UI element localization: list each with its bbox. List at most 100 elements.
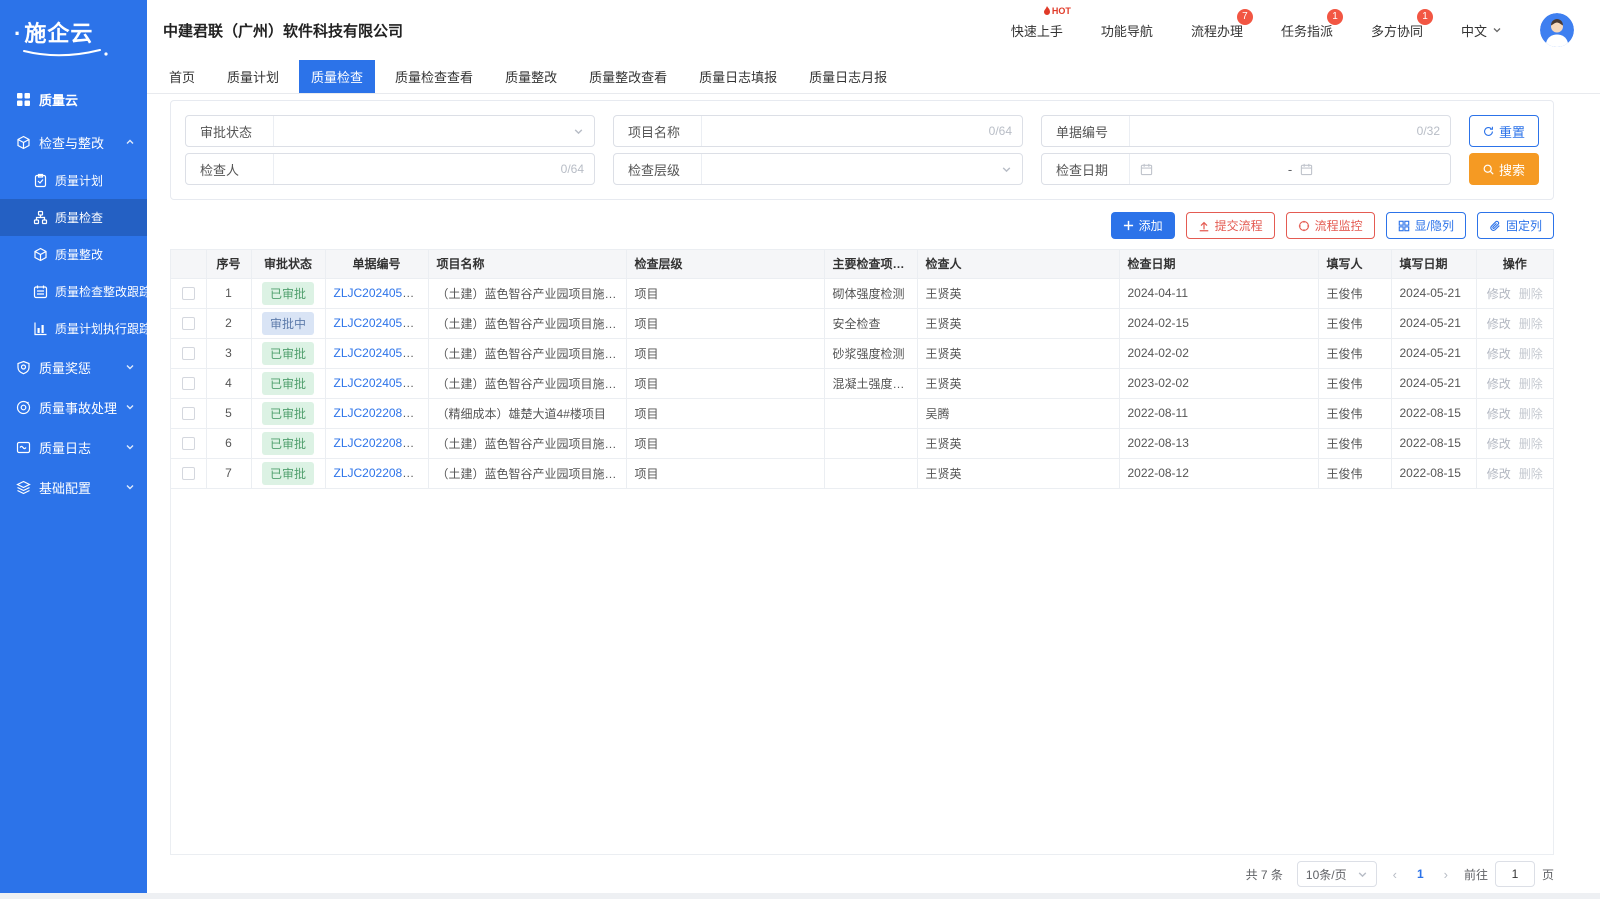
row-checkbox[interactable] bbox=[182, 347, 195, 360]
toggle-columns-button[interactable]: 显/隐列 bbox=[1386, 212, 1466, 239]
search-button[interactable]: 搜索 bbox=[1469, 153, 1539, 185]
reset-label: 重置 bbox=[1499, 122, 1525, 141]
col-check-level: 检查层级 bbox=[626, 250, 824, 278]
edit-link[interactable]: 修改 bbox=[1487, 467, 1511, 481]
delete-link[interactable]: 删除 bbox=[1519, 377, 1543, 391]
sidebar-item-rectify-tracking[interactable]: 质量检查整改跟踪 bbox=[0, 273, 147, 310]
sidebar-group-quality-log[interactable]: 质量日志 bbox=[0, 427, 147, 467]
delete-link[interactable]: 删除 bbox=[1519, 347, 1543, 361]
page-size-select[interactable]: 10条/页 bbox=[1297, 861, 1377, 887]
row-checkbox[interactable] bbox=[182, 377, 195, 390]
sidebar-group-label: 基础配置 bbox=[39, 478, 125, 497]
delete-link[interactable]: 删除 bbox=[1519, 317, 1543, 331]
cell-write-date: 2024-05-21 bbox=[1391, 368, 1476, 398]
row-checkbox[interactable] bbox=[182, 287, 195, 300]
current-page[interactable]: 1 bbox=[1413, 867, 1428, 881]
fixed-columns-button[interactable]: 固定列 bbox=[1477, 212, 1554, 239]
flow-monitor-button[interactable]: 流程监控 bbox=[1286, 212, 1375, 239]
tab-log-monthly[interactable]: 质量日志月报 bbox=[797, 60, 899, 93]
delete-link[interactable]: 删除 bbox=[1519, 437, 1543, 451]
tab-rectify-view[interactable]: 质量整改查看 bbox=[577, 60, 679, 93]
tab-quality-plan[interactable]: 质量计划 bbox=[215, 60, 291, 93]
reset-button[interactable]: 重置 bbox=[1469, 115, 1539, 147]
approval-status-select[interactable] bbox=[274, 116, 594, 146]
cell-writer: 王俊伟 bbox=[1318, 398, 1391, 428]
add-button[interactable]: 添加 bbox=[1111, 212, 1175, 239]
nav-multi-party[interactable]: 多方协同 1 bbox=[1371, 21, 1423, 40]
sidebar-item-plan-exec-tracking[interactable]: 质量计划执行跟踪 bbox=[0, 310, 147, 347]
edit-link[interactable]: 修改 bbox=[1487, 407, 1511, 421]
check-date-start-input[interactable] bbox=[1140, 163, 1280, 176]
delete-link[interactable]: 删除 bbox=[1519, 407, 1543, 421]
doc-no-link[interactable]: ZLJC2022080172 bbox=[334, 466, 429, 480]
pagination: 共 7 条 10条/页 ‹ 1 › 前往 1 页 bbox=[170, 855, 1554, 893]
sidebar-group-accident-handling[interactable]: 质量事故处理 bbox=[0, 387, 147, 427]
cell-no: 3 bbox=[206, 338, 251, 368]
row-checkbox[interactable] bbox=[182, 317, 195, 330]
edit-link[interactable]: 修改 bbox=[1487, 287, 1511, 301]
inspector-input[interactable]: 0/64 bbox=[274, 154, 594, 184]
sidebar-group-quality-rewards[interactable]: 质量奖惩 bbox=[0, 347, 147, 387]
sidebar-item-quality-plan[interactable]: 质量计划 bbox=[0, 162, 147, 199]
cell-no: 5 bbox=[206, 398, 251, 428]
avatar[interactable] bbox=[1540, 13, 1574, 47]
cell-check-item bbox=[824, 428, 917, 458]
check-level-select[interactable] bbox=[702, 154, 1022, 184]
sidebar-item-quality-rectify[interactable]: 质量整改 bbox=[0, 236, 147, 273]
nav-task-assign[interactable]: 任务指派 1 bbox=[1281, 21, 1333, 40]
table-row: 7 已审批 ZLJC2022080172 （土建）蓝色智谷产业园项目施工总承..… bbox=[171, 458, 1553, 488]
goto-page-input[interactable]: 1 bbox=[1495, 861, 1535, 887]
edit-link[interactable]: 修改 bbox=[1487, 377, 1511, 391]
doc-no-link[interactable]: ZLJC2022080173 bbox=[334, 436, 429, 450]
doc-no-link[interactable]: ZLJC2024050443 bbox=[334, 376, 429, 390]
tab-label: 质量整改查看 bbox=[589, 67, 667, 86]
check-date-end-input[interactable] bbox=[1300, 163, 1440, 176]
sidebar-group-inspection-rectify[interactable]: 检查与整改 bbox=[0, 122, 147, 162]
doc-no-link[interactable]: ZLJC2022080174 bbox=[334, 406, 429, 420]
tab-log-fill[interactable]: 质量日志填报 bbox=[687, 60, 789, 93]
tab-quality-inspection[interactable]: 质量检查 bbox=[299, 60, 375, 93]
table-row: 2 审批中 ZLJC2024050445 （土建）蓝色智谷产业园项目施工总承..… bbox=[171, 308, 1553, 338]
table-row: 5 已审批 ZLJC2022080174 （精细成本）雄楚大道4#楼项目 项目 … bbox=[171, 398, 1553, 428]
row-checkbox[interactable] bbox=[182, 437, 195, 450]
col-no: 序号 bbox=[206, 250, 251, 278]
nav-label: 任务指派 bbox=[1281, 24, 1333, 39]
sidebar-item-label: 质量检查 bbox=[55, 209, 103, 226]
edit-link[interactable]: 修改 bbox=[1487, 347, 1511, 361]
journal-icon bbox=[16, 440, 31, 455]
doc-no-link[interactable]: ZLJC2024050444 bbox=[334, 346, 429, 360]
sidebar-group-base-config[interactable]: 基础配置 bbox=[0, 467, 147, 507]
nav-flow-handling[interactable]: 流程办理 7 bbox=[1191, 21, 1243, 40]
doc-no-input[interactable]: 0/32 bbox=[1130, 116, 1450, 146]
edit-link[interactable]: 修改 bbox=[1487, 317, 1511, 331]
language-switcher[interactable]: 中文 bbox=[1461, 21, 1502, 40]
page-size-label: 10条/页 bbox=[1306, 866, 1347, 883]
delete-link[interactable]: 删除 bbox=[1519, 287, 1543, 301]
delete-link[interactable]: 删除 bbox=[1519, 467, 1543, 481]
nav-feature-guide[interactable]: 功能导航 bbox=[1101, 21, 1153, 40]
next-page-button[interactable]: › bbox=[1442, 867, 1450, 882]
cell-check-level: 项目 bbox=[626, 458, 824, 488]
project-name-input[interactable]: 0/64 bbox=[702, 116, 1022, 146]
tab-inspection-view[interactable]: 质量检查查看 bbox=[383, 60, 485, 93]
submit-flow-button[interactable]: 提交流程 bbox=[1186, 212, 1275, 239]
doc-no-link[interactable]: ZLJC2024050445 bbox=[334, 316, 429, 330]
cell-inspector: 王贤英 bbox=[917, 458, 1119, 488]
tab-quality-rectify[interactable]: 质量整改 bbox=[493, 60, 569, 93]
nav-quick-start[interactable]: 快速上手 HOT bbox=[1011, 21, 1063, 40]
sidebar-item-label: 质量整改 bbox=[55, 246, 103, 263]
sidebar-item-quality-inspection[interactable]: 质量检查 bbox=[0, 199, 147, 236]
row-checkbox[interactable] bbox=[182, 467, 195, 480]
status-badge: 已审批 bbox=[262, 282, 314, 305]
language-label: 中文 bbox=[1461, 21, 1487, 40]
tab-home[interactable]: 首页 bbox=[157, 60, 207, 93]
doc-no-link[interactable]: ZLJC2024050446 bbox=[334, 286, 429, 300]
col-write-date: 填写日期 bbox=[1391, 250, 1476, 278]
row-checkbox[interactable] bbox=[182, 407, 195, 420]
cell-write-date: 2022-08-15 bbox=[1391, 458, 1476, 488]
sidebar-item-quality-cloud[interactable]: 质量云 bbox=[0, 80, 147, 118]
cell-check-date: 2023-02-02 bbox=[1119, 368, 1318, 398]
prev-page-button[interactable]: ‹ bbox=[1391, 867, 1399, 882]
filter-approval-status: 审批状态 bbox=[185, 115, 595, 147]
edit-link[interactable]: 修改 bbox=[1487, 437, 1511, 451]
